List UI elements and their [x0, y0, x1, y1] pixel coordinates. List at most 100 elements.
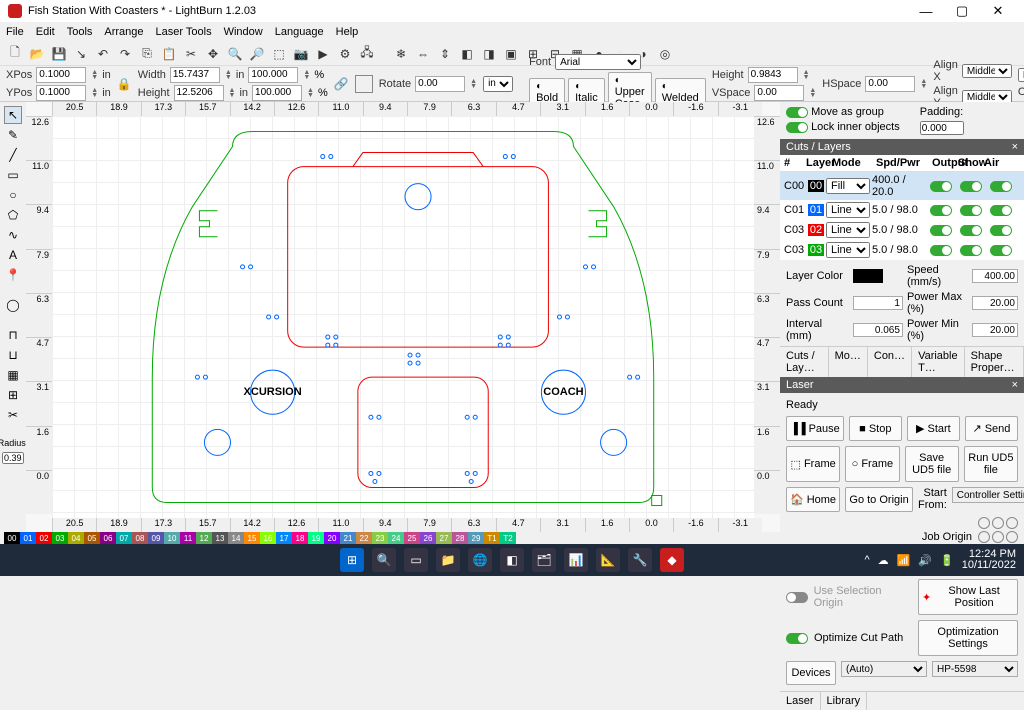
spinner-icon[interactable]: ▲▼ [307, 88, 314, 98]
redo-icon[interactable]: ↷ [116, 45, 134, 63]
save-file-button[interactable]: Save UD5 file [905, 446, 959, 482]
spinner-icon[interactable]: ▲▼ [920, 79, 927, 89]
opt-settings-button[interactable]: Optimization Settings [918, 620, 1018, 656]
unit-select[interactable]: in [483, 76, 513, 92]
curve-tool[interactable]: ∿ [4, 226, 22, 244]
app5-icon[interactable]: 🔧 [628, 548, 652, 572]
app1-icon[interactable]: ◧ [500, 548, 524, 572]
out-toggle[interactable] [930, 181, 952, 192]
explorer-icon[interactable]: 📁 [436, 548, 460, 572]
tab-laser[interactable]: Laser [780, 692, 821, 710]
out-toggle[interactable] [930, 245, 952, 256]
paste-icon[interactable]: 📋 [160, 45, 178, 63]
menu-help[interactable]: Help [336, 26, 359, 38]
show-last-button[interactable]: ✦ Show Last Position [918, 579, 1018, 615]
device-auto-select[interactable]: (Auto) [841, 661, 927, 677]
air-toggle[interactable] [990, 225, 1012, 236]
menu-edit[interactable]: Edit [36, 26, 55, 38]
tray-bat-icon[interactable]: 🔋 [940, 554, 954, 567]
menu-window[interactable]: Window [224, 26, 263, 38]
out-toggle[interactable] [930, 225, 952, 236]
undo-icon[interactable]: ↶ [94, 45, 112, 63]
tray-wifi-icon[interactable]: 📶 [897, 554, 911, 567]
iv-input[interactable] [853, 323, 903, 337]
stop-button[interactable]: ■ Stop [849, 416, 902, 441]
taskview-icon[interactable]: ▭ [404, 548, 428, 572]
menu-tools[interactable]: Tools [67, 26, 93, 38]
menu-file[interactable]: File [6, 26, 24, 38]
ypos-input[interactable] [36, 85, 86, 101]
use-sel-toggle[interactable] [786, 592, 808, 603]
import-icon[interactable]: ↘ [72, 45, 90, 63]
spinner-icon[interactable]: ▲▼ [91, 88, 98, 98]
tab-vartext[interactable]: Variable T… [912, 347, 965, 377]
layer-row[interactable]: C0303Line5.0 / 98.0 [780, 240, 1024, 260]
width-input[interactable] [170, 67, 220, 83]
new-icon[interactable]: 🗋 [6, 45, 24, 63]
preview-icon[interactable]: ▶ [314, 45, 332, 63]
layer-row[interactable]: C0101Line5.0 / 98.0 [780, 200, 1024, 220]
font-select[interactable]: Arial [555, 54, 641, 70]
vspace-input[interactable] [754, 85, 804, 101]
show-toggle[interactable] [960, 181, 982, 192]
lightburn-icon[interactable]: ◆ [660, 548, 684, 572]
pause-button[interactable]: ▐▐ Pause [786, 416, 844, 441]
menu-laser-tools[interactable]: Laser Tools [156, 26, 212, 38]
rect-tool[interactable]: ▭ [4, 166, 22, 184]
fheight-input[interactable] [748, 67, 798, 83]
start-icon[interactable]: ⊞ [340, 548, 364, 572]
app3-icon[interactable]: 📊 [564, 548, 588, 572]
bool-tool[interactable]: ⊔ [4, 346, 22, 364]
app2-icon[interactable]: 🗂 [532, 548, 556, 572]
oframe-button[interactable]: ○ Frame [845, 446, 899, 482]
lock-inner-toggle[interactable] [786, 122, 808, 133]
polygon-tool[interactable]: ⬠ [4, 206, 22, 224]
tray-cloud-icon[interactable]: ☁ [878, 554, 889, 567]
tab-shape[interactable]: Shape Proper… [965, 347, 1024, 377]
opt-path-toggle[interactable] [786, 633, 808, 644]
snap-icon[interactable]: ❄ [392, 45, 410, 63]
zoom-in-icon[interactable]: 🔍 [226, 45, 244, 63]
mode-select[interactable]: Line [826, 222, 870, 238]
anchor-grid[interactable] [355, 75, 373, 93]
devices-button[interactable]: Devices [786, 661, 836, 685]
spinner-icon[interactable]: ▲▼ [809, 88, 816, 98]
height-pct[interactable] [252, 85, 302, 101]
tab-move[interactable]: Mo… [829, 347, 868, 377]
panel-close-icon[interactable]: × [1012, 379, 1018, 391]
tray-vol-icon[interactable]: 🔊 [918, 554, 932, 567]
pmn-input[interactable] [972, 323, 1018, 337]
lc-swatch[interactable] [853, 269, 883, 283]
edge-icon[interactable]: 🌐 [468, 548, 492, 572]
textmode-select[interactable]: Normal [1018, 68, 1024, 82]
show-toggle[interactable] [960, 245, 982, 256]
panel-close-icon[interactable]: × [1012, 141, 1018, 153]
app4-icon[interactable]: 📐 [596, 548, 620, 572]
goto-origin-button[interactable]: Go to Origin [845, 487, 913, 512]
delete-icon[interactable]: ✂ [182, 45, 200, 63]
mode-select[interactable]: Line [826, 202, 870, 218]
offset-tool[interactable]: ◯ [4, 296, 22, 314]
hspace-input[interactable] [865, 76, 915, 92]
layer-row[interactable]: C0302Line5.0 / 98.0 [780, 220, 1024, 240]
air-toggle[interactable] [990, 181, 1012, 192]
start-button[interactable]: ▶ Start [907, 416, 960, 441]
tab-console[interactable]: Con… [868, 347, 912, 377]
spinner-icon[interactable]: ▲▼ [470, 79, 477, 89]
array-tool[interactable]: ▦ [4, 366, 22, 384]
radius-input[interactable] [2, 452, 24, 464]
lock-icon[interactable]: 🔒 [117, 75, 132, 93]
grid-tool[interactable]: ⊞ [4, 386, 22, 404]
align-c-icon[interactable]: ▣ [502, 45, 520, 63]
spd-input[interactable] [972, 269, 1018, 283]
home-button[interactable]: 🏠 Home [786, 487, 840, 512]
out-toggle[interactable] [930, 205, 952, 216]
text-tool[interactable]: A [4, 246, 22, 264]
menu-arrange[interactable]: Arrange [104, 26, 143, 38]
mode-select[interactable]: Fill [826, 178, 870, 194]
tab-library[interactable]: Library [821, 692, 868, 710]
height-input[interactable] [174, 85, 224, 101]
frame-button[interactable]: ⬚ Frame [786, 446, 840, 482]
clock-date[interactable]: 10/11/2022 [962, 560, 1016, 571]
rotate-input[interactable] [415, 76, 465, 92]
